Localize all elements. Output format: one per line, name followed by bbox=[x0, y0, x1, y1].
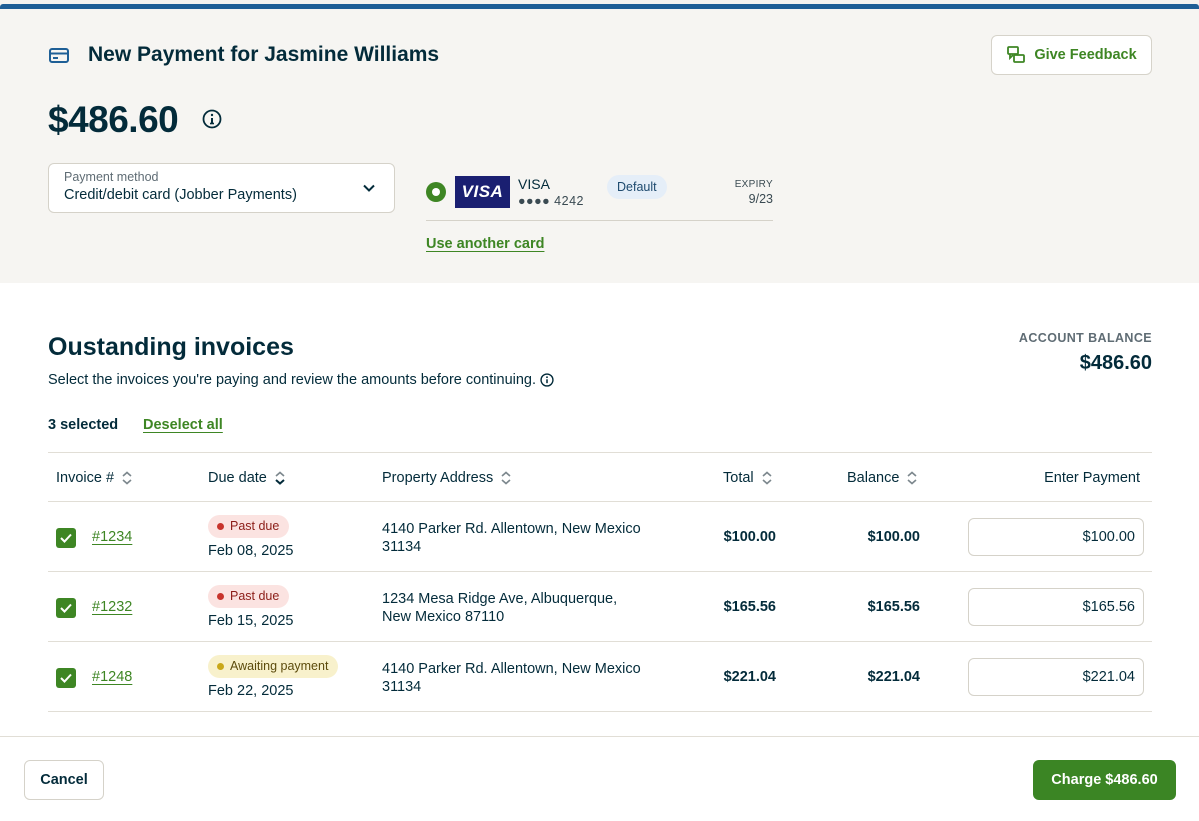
column-header-invoice[interactable]: Invoice # bbox=[56, 470, 132, 486]
invoice-link[interactable]: #1234 bbox=[92, 529, 132, 545]
payment-amount: $486.60 bbox=[48, 99, 179, 140]
sort-icon bbox=[501, 471, 511, 485]
invoice-total: $100.00 bbox=[723, 529, 776, 545]
title-row: New Payment for Jasmine Williams bbox=[48, 43, 439, 67]
expiry-label: EXPIRY bbox=[734, 179, 773, 190]
status-badge: Past due bbox=[208, 585, 290, 608]
chevron-down-icon bbox=[363, 184, 375, 192]
credit-card-icon bbox=[49, 48, 69, 63]
selected-count: 3 selected bbox=[48, 417, 119, 433]
due-date: Feb 15, 2025 bbox=[208, 613, 294, 629]
invoice-balance: $165.56 bbox=[867, 599, 920, 615]
sort-icon bbox=[122, 471, 132, 485]
section-title: Oustanding invoices bbox=[48, 333, 294, 361]
card-radio-selected[interactable] bbox=[426, 182, 446, 202]
invoices-table: Invoice # Due date Property Address Tota… bbox=[48, 452, 1152, 712]
column-header-balance[interactable]: Balance bbox=[847, 470, 917, 486]
payment-amount-input[interactable] bbox=[968, 518, 1144, 556]
payment-amount-input[interactable] bbox=[968, 658, 1144, 696]
visa-logo: VISA bbox=[455, 176, 510, 208]
invoice-balance: $221.04 bbox=[867, 669, 920, 685]
due-date: Feb 22, 2025 bbox=[208, 683, 294, 699]
column-header-total-label: Total bbox=[723, 470, 754, 486]
row-checkbox[interactable] bbox=[56, 598, 76, 618]
info-icon[interactable] bbox=[540, 373, 554, 387]
sort-icon bbox=[762, 471, 772, 485]
page-title: New Payment for Jasmine Williams bbox=[88, 43, 440, 66]
payment-method-label: Payment method bbox=[64, 170, 159, 184]
give-feedback-label: Give Feedback bbox=[1034, 47, 1137, 63]
table-row: #1232 Past due Feb 15, 2025 1234 Mesa Ri… bbox=[48, 572, 1152, 642]
property-address: 4140 Parker Rd. Allentown, New Mexico 31… bbox=[382, 521, 641, 555]
cancel-button[interactable]: Cancel bbox=[24, 760, 104, 800]
payment-header: New Payment for Jasmine Williams Give Fe… bbox=[0, 9, 1199, 283]
payment-method-select[interactable]: Payment method Credit/debit card (Jobber… bbox=[48, 163, 395, 213]
invoice-link[interactable]: #1232 bbox=[92, 599, 132, 615]
column-header-address-label: Property Address bbox=[382, 470, 494, 486]
payment-method-value: Credit/debit card (Jobber Payments) bbox=[64, 187, 297, 203]
row-checkbox[interactable] bbox=[56, 668, 76, 688]
column-header-balance-label: Balance bbox=[847, 470, 900, 486]
status-badge: Past due bbox=[208, 515, 290, 538]
checkmark-icon bbox=[60, 603, 72, 613]
account-balance-value: $486.60 bbox=[1079, 352, 1152, 374]
sort-descending-icon bbox=[275, 471, 285, 485]
invoice-balance: $100.00 bbox=[867, 529, 920, 545]
use-another-card-link[interactable]: Use another card bbox=[426, 236, 544, 252]
section-subtitle: Select the invoices you're paying and re… bbox=[48, 372, 554, 388]
give-feedback-button[interactable]: Give Feedback bbox=[991, 35, 1152, 75]
footer-divider bbox=[0, 736, 1199, 737]
status-badge: Awaiting payment bbox=[208, 655, 339, 678]
feedback-icon bbox=[1007, 46, 1026, 63]
due-date: Feb 08, 2025 bbox=[208, 543, 294, 559]
top-accent-bar bbox=[0, 0, 1199, 9]
column-header-total[interactable]: Total bbox=[723, 470, 772, 486]
column-header-due-date[interactable]: Due date bbox=[208, 470, 285, 486]
account-balance-label: ACCOUNT BALANCE bbox=[1018, 331, 1152, 345]
card-divider bbox=[426, 220, 773, 221]
column-header-due-date-label: Due date bbox=[208, 470, 267, 486]
column-header-payment-label: Enter Payment bbox=[1044, 470, 1140, 486]
column-header-invoice-label: Invoice # bbox=[56, 470, 115, 486]
default-badge: Default bbox=[607, 175, 667, 199]
card-last-digits: ●●●● 4242 bbox=[518, 194, 584, 208]
invoice-link[interactable]: #1248 bbox=[92, 669, 132, 685]
invoice-total: $165.56 bbox=[723, 599, 776, 615]
row-checkbox[interactable] bbox=[56, 528, 76, 548]
checkmark-icon bbox=[60, 533, 72, 543]
property-address: 4140 Parker Rd. Allentown, New Mexico 31… bbox=[382, 661, 641, 695]
table-header: Invoice # Due date Property Address Tota… bbox=[48, 452, 1152, 502]
column-header-payment: Enter Payment bbox=[1044, 470, 1140, 486]
section-subtitle-text: Select the invoices you're paying and re… bbox=[48, 372, 537, 388]
table-row: #1248 Awaiting payment Feb 22, 2025 4140… bbox=[48, 642, 1152, 712]
deselect-all-link[interactable]: Deselect all bbox=[143, 417, 223, 433]
expiry-value: 9/23 bbox=[748, 192, 773, 206]
table-row: #1234 Past due Feb 08, 2025 4140 Parker … bbox=[48, 502, 1152, 572]
charge-button[interactable]: Charge $486.60 bbox=[1033, 760, 1176, 800]
info-icon[interactable] bbox=[202, 109, 222, 129]
property-address: 1234 Mesa Ridge Ave, Albuquerque, New Me… bbox=[382, 591, 618, 625]
invoice-total: $221.04 bbox=[723, 669, 776, 685]
column-header-address[interactable]: Property Address bbox=[382, 470, 511, 486]
payment-amount-input[interactable] bbox=[968, 588, 1144, 626]
checkmark-icon bbox=[60, 673, 72, 683]
sort-icon bbox=[907, 471, 917, 485]
card-brand: VISA bbox=[518, 176, 550, 192]
